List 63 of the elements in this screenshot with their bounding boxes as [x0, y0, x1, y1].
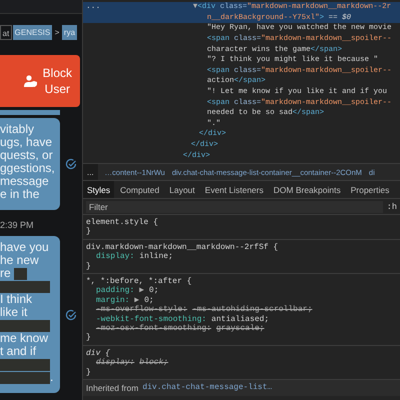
css-selector: div.markdown-markdown__markdown--2rfSf { — [86, 242, 280, 252]
css-property: display: — [96, 358, 134, 368]
check-circle-icon — [65, 308, 77, 320]
block-user-button[interactable]: Block User — [0, 55, 80, 107]
panel-tab[interactable]: Properties — [346, 181, 394, 198]
css-value: block; — [139, 358, 168, 368]
filter-field[interactable]: Filter — [86, 200, 383, 212]
message-text: I think — [0, 293, 32, 306]
gutter-ellipsis[interactable]: ... — [86, 2, 100, 11]
css-selector: div { — [86, 348, 112, 358]
inherited-label: Inherited from — [86, 383, 138, 394]
css-brace: } — [86, 368, 92, 378]
user-shield-icon — [24, 75, 38, 87]
css-value: antialiased; — [211, 314, 270, 324]
spoiler-block[interactable] — [0, 358, 50, 370]
message-text: me know — [0, 332, 48, 345]
spoiler-block[interactable] — [0, 320, 50, 332]
css-selector: *, *:before, *:after { — [86, 277, 193, 286]
css-property: -moz-osx-font-smoothing: — [96, 324, 212, 334]
expand-arrow[interactable]: ▶ — [134, 286, 144, 296]
css-property: display: — [96, 252, 134, 262]
message-text: e in the — [0, 188, 40, 201]
message-text: re — [0, 267, 11, 280]
message-text: ggestions, — [0, 162, 55, 175]
inherited-selector[interactable]: div.chat-chat-message-list… — [142, 383, 272, 393]
message-time: 2:39 PM — [0, 220, 35, 230]
message-text: quests, or — [0, 149, 53, 162]
css-value: 0; — [149, 286, 159, 296]
message-bubble — [0, 110, 60, 115]
css-property: padding: — [96, 286, 134, 296]
css-value: 0; — [144, 296, 154, 305]
css-property: -webkit-font-smoothing: — [96, 314, 206, 324]
breadcrumb-separator: > — [54, 27, 60, 39]
css-value: -ms-autohiding-scrollbar; — [192, 305, 312, 315]
hover-state-button[interactable]: :h — [386, 202, 400, 212]
message-text: . — [50, 371, 54, 384]
css-value: grayscale; — [216, 324, 264, 334]
spoiler-block[interactable] — [0, 280, 50, 292]
message-text: he new — [0, 254, 39, 267]
css-brace: } — [86, 227, 92, 237]
panel-tab[interactable]: DOM Breakpoints — [270, 181, 345, 198]
breadcrumb-more-button[interactable]: ... — [83, 164, 98, 180]
css-value: inline; — [139, 252, 174, 262]
spoiler-block[interactable] — [0, 372, 50, 384]
message-text: t and if — [0, 345, 36, 358]
message-text: like it — [0, 306, 28, 319]
breadcrumb-item[interactable]: at — [0, 25, 12, 40]
message-text: have you — [0, 241, 49, 254]
expand-arrow[interactable]: ▶ — [130, 296, 140, 306]
spoiler-block[interactable] — [14, 268, 27, 280]
css-brace: } — [86, 262, 92, 272]
message-text: message — [0, 175, 49, 188]
panel-tab[interactable]: Computed — [116, 181, 164, 198]
message-text: vitably — [0, 123, 34, 136]
css-property: -ms-overflow-style: — [96, 305, 188, 315]
panel-tab[interactable]: Layout — [165, 181, 199, 198]
panel-tab[interactable]: Styles — [83, 181, 114, 198]
css-brace: } — [86, 333, 92, 343]
message-text: ugs, have — [0, 136, 52, 149]
panel-tab[interactable]: Event Listeners — [200, 181, 268, 198]
css-selector: element.style { — [86, 218, 160, 227]
css-property: margin: — [96, 296, 130, 305]
check-circle-icon — [65, 158, 77, 170]
